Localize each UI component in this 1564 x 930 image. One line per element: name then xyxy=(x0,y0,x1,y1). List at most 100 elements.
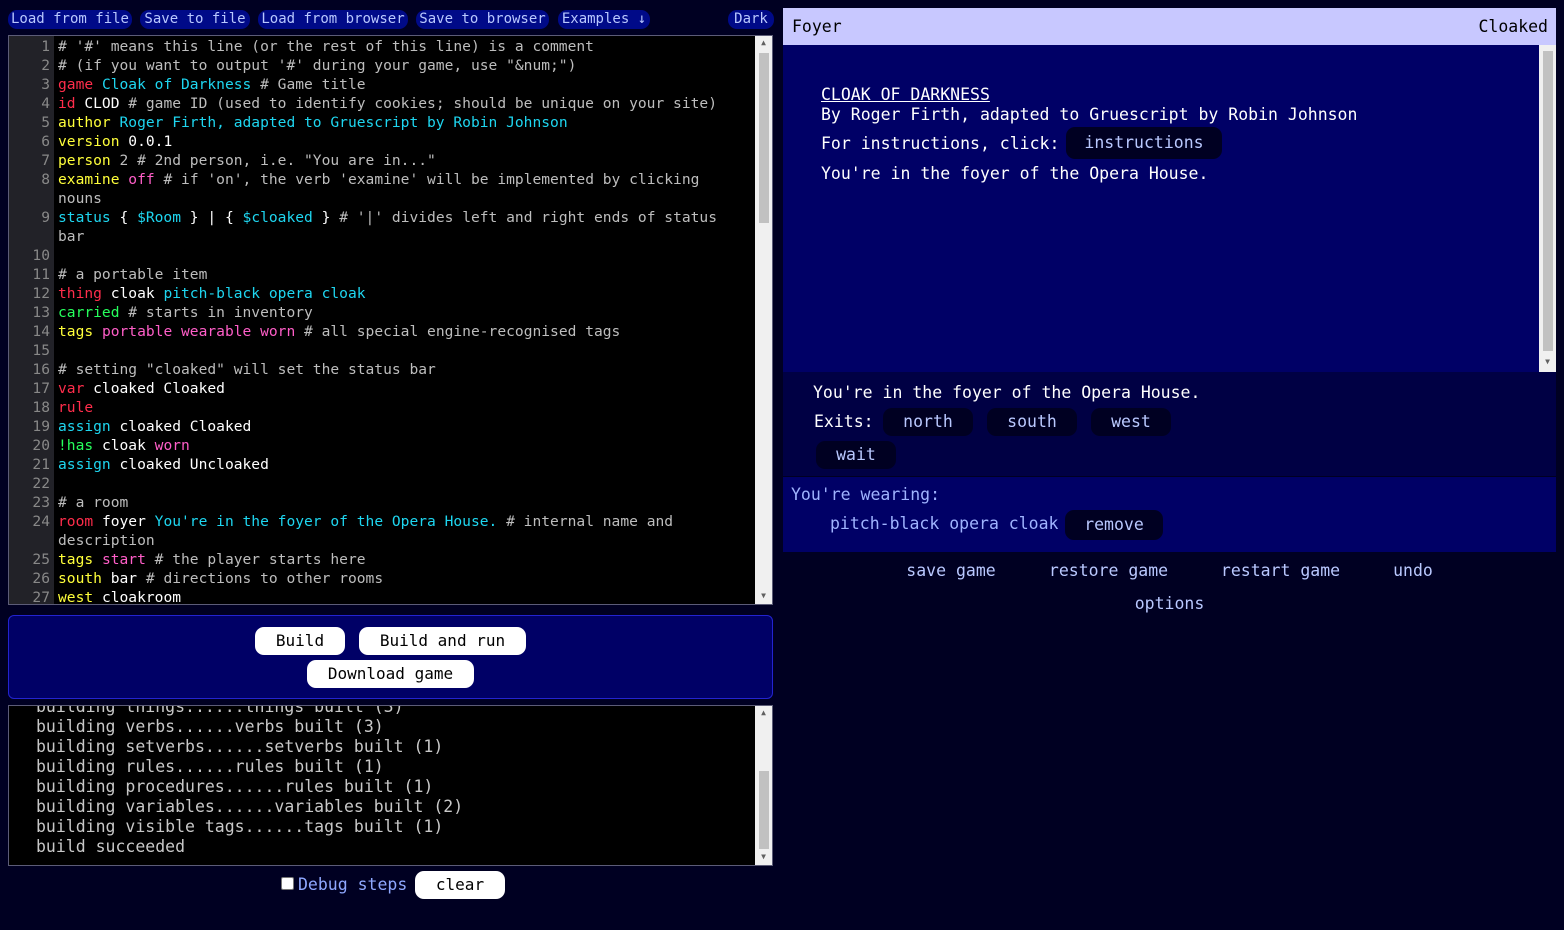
code-token: # all special engine-recognised tags xyxy=(295,323,621,340)
code-token: description xyxy=(58,532,155,549)
code-token: assign xyxy=(58,418,111,435)
dark-theme-toggle[interactable]: Dark xyxy=(728,10,774,29)
code-token: person xyxy=(58,152,111,169)
options-button[interactable]: options xyxy=(1115,590,1224,618)
game-scrollbar[interactable]: ▼ xyxy=(1539,45,1556,372)
line-text: # '#' means this line (or the rest of th… xyxy=(58,37,594,56)
log-line: building procedures......rules built (1) xyxy=(36,777,434,796)
line-number: 7 xyxy=(41,152,50,169)
code-token: # game ID (used to identify cookies; sho… xyxy=(119,95,717,112)
line-number: 17 xyxy=(32,380,50,397)
exit-north-button[interactable]: north xyxy=(883,408,973,436)
scroll-down-icon[interactable]: ▼ xyxy=(755,591,772,600)
line-text: # (if you want to output '#' during your… xyxy=(58,56,576,75)
log-line: building things......things built (3) xyxy=(36,705,404,716)
remove-button[interactable]: remove xyxy=(1065,510,1163,540)
code-token: bar xyxy=(58,228,85,245)
code-token: # internal name and xyxy=(497,513,674,530)
scroll-down-icon[interactable]: ▼ xyxy=(755,852,772,861)
line-number: 11 xyxy=(32,266,50,283)
restore-game-button[interactable]: restore game xyxy=(1030,557,1187,585)
line-number: 14 xyxy=(32,323,50,340)
code-token: var xyxy=(58,380,85,397)
line-number: 26 xyxy=(32,570,50,587)
code-token: Cloak of Darkness xyxy=(93,76,252,93)
line-number: 4 xyxy=(41,95,50,112)
save-to-file-button[interactable]: Save to file xyxy=(140,10,250,29)
code-token: assign xyxy=(58,456,111,473)
line-text: version 0.0.1 xyxy=(58,132,172,151)
code-token: cloaked Cloaked xyxy=(84,380,225,397)
room-description: You're in the foyer of the Opera House. xyxy=(813,383,1201,402)
line-number: 2 xyxy=(41,57,50,74)
game-status-bar: Foyer Cloaked xyxy=(783,8,1556,45)
build-and-run-button[interactable]: Build and run xyxy=(359,627,526,655)
scroll-down-icon[interactable]: ▼ xyxy=(1539,357,1556,366)
log-line: building verbs......verbs built (3) xyxy=(36,717,384,736)
exit-south-button[interactable]: south xyxy=(987,408,1077,436)
wait-button[interactable]: wait xyxy=(816,441,896,469)
code-token: CLOD xyxy=(75,95,120,112)
save-to-browser-button[interactable]: Save to browser xyxy=(416,10,549,29)
code-token: rule xyxy=(58,399,94,416)
code-token: off xyxy=(119,171,155,188)
restart-game-button[interactable]: restart game xyxy=(1202,557,1359,585)
wearing-label: You're wearing: xyxy=(791,485,941,504)
line-text: bar xyxy=(58,227,84,246)
code-token: thing xyxy=(58,285,102,302)
debug-steps-checkbox[interactable] xyxy=(281,877,294,890)
code-editor[interactable]: 1 # '#' means this line (or the rest of t… xyxy=(8,35,773,605)
examples-dropdown-button[interactable]: Examples ↓ xyxy=(558,10,650,29)
build-panel: Build Build and run Download game xyxy=(8,615,773,699)
build-button[interactable]: Build xyxy=(255,627,345,655)
status-room: Foyer xyxy=(792,17,842,36)
instructions-button[interactable]: instructions xyxy=(1066,127,1222,159)
code-token: version xyxy=(58,133,120,150)
line-number: 15 xyxy=(32,342,50,359)
scroll-up-icon[interactable]: ▲ xyxy=(755,38,772,47)
load-from-file-button[interactable]: Load from file xyxy=(8,10,132,29)
log-line: building visible tags......tags built (1… xyxy=(36,817,444,836)
game-output: CLOAK OF DARKNESS By Roger Firth, adapte… xyxy=(783,45,1556,372)
line-text: var cloaked Cloaked xyxy=(58,379,225,398)
clear-button[interactable]: clear xyxy=(415,871,505,899)
line-number: 16 xyxy=(32,361,50,378)
editor-scroll-thumb[interactable] xyxy=(759,53,769,223)
status-cloaked: Cloaked xyxy=(1478,17,1548,36)
line-number: 3 xyxy=(41,76,50,93)
code-token: id xyxy=(58,95,76,112)
code-token: # a portable item xyxy=(58,266,208,283)
code-token: # (if you want to output '#' during your… xyxy=(58,57,577,74)
game-scroll-thumb[interactable] xyxy=(1543,51,1553,351)
code-token: cloak xyxy=(93,437,146,454)
line-text: south bar # directions to other rooms xyxy=(58,569,383,588)
code-token: 2 # 2nd person, i.e. "You are in..." xyxy=(110,152,436,169)
exit-west-button[interactable]: west xyxy=(1091,408,1171,436)
code-token: $Room xyxy=(137,209,182,226)
log-scrollbar[interactable]: ▲ ▼ xyxy=(755,706,772,865)
undo-button[interactable]: undo xyxy=(1373,557,1453,585)
load-from-browser-button[interactable]: Load from browser xyxy=(258,10,408,29)
download-game-button[interactable]: Download game xyxy=(307,660,474,688)
editor-scrollbar[interactable]: ▲ ▼ xyxy=(755,36,772,604)
line-number: 6 xyxy=(41,133,50,150)
scroll-up-icon[interactable]: ▲ xyxy=(755,708,772,717)
line-text: person 2 # 2nd person, i.e. "You are in.… xyxy=(58,151,436,170)
line-text: nouns xyxy=(58,189,102,208)
log-line: building setverbs......setverbs built (1… xyxy=(36,737,444,756)
line-text: # a portable item xyxy=(58,265,207,284)
build-log: building things......things built (3) bui… xyxy=(8,705,773,866)
code-token: # '|' divides left and right ends of sta… xyxy=(330,209,717,226)
exits-label: Exits: xyxy=(814,412,874,431)
line-number: 12 xyxy=(32,285,50,302)
code-token: # directions to other rooms xyxy=(137,570,384,587)
line-number: 25 xyxy=(32,551,50,568)
line-text: west cloakroom xyxy=(58,588,182,605)
log-scroll-thumb[interactable] xyxy=(759,771,769,849)
code-token: cloaked Cloaked xyxy=(110,418,252,435)
line-number: 8 xyxy=(41,171,50,188)
line-number: 23 xyxy=(32,494,50,511)
save-game-button[interactable]: save game xyxy=(888,557,1014,585)
code-token: cloakroom xyxy=(93,589,182,605)
code-token: examine xyxy=(58,171,120,188)
